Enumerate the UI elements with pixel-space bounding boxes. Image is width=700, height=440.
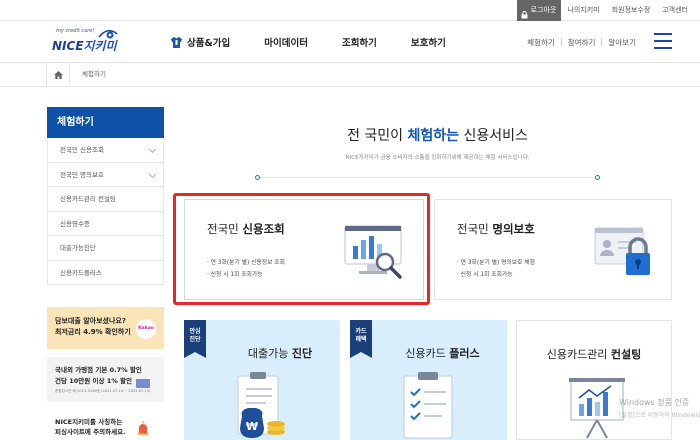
windows-activation-subtext: [설정]으로 이동하여 Windows를 — [619, 412, 700, 419]
header-util-links: 체험하기 참여하기 알아보기 — [521, 21, 642, 63]
title-emphasis: 체험하는 — [407, 128, 460, 144]
credit-card-plus-card[interactable]: 카드 혜택 신용카드 플러스 — [350, 320, 507, 440]
divider-line — [258, 177, 597, 178]
card-title: 신용카드관리 컨설팅 — [517, 346, 671, 362]
util-participate[interactable]: 참여하기 — [562, 37, 602, 48]
title-suffix: 신용서비스 — [459, 128, 528, 144]
card-title-prefix: 신용카드 — [405, 347, 450, 360]
gnb-products-join[interactable]: 상품&가입 — [170, 35, 230, 49]
card-title-prefix: 전국민 — [457, 222, 493, 236]
gnb-protection[interactable]: 보호하기 — [411, 35, 446, 49]
breadcrumb: 체험하기 — [0, 63, 700, 87]
left-nav-item-label: 전국민 명의보호 — [60, 170, 104, 179]
lock-icon — [521, 7, 528, 18]
page-description: NICE지키미가 금융 소비자의 소통을 강화하기위해 제공하는 체험 서비스입… — [345, 155, 530, 161]
card-bullet: · 신청 시 1회 조회가능 — [457, 272, 513, 278]
divider-dot-right — [595, 175, 600, 180]
card-tag-line: 진단 — [189, 336, 201, 343]
card-bullets: · 연 3회(분기 별) 명의보호 체험 · 신청 시 1회 조회가능 — [457, 257, 535, 281]
chevron-down-icon — [148, 145, 157, 154]
title-prefix: 전 국민이 — [347, 128, 408, 144]
logo-brand: NICE — [52, 39, 84, 53]
card-title: 전국민 명의보호 — [457, 221, 535, 237]
card-discount-banner[interactable]: 국내외 가맹점 기본 0.7% 할인 건당 10만원 이상 1% 할인 준법감시… — [47, 357, 164, 402]
page-title: 전 국민이 체험하는 신용서비스 — [185, 125, 690, 145]
customer-center-link[interactable]: 고객센터 — [656, 0, 694, 21]
card-bullet: · 연 3회(분기 별) 명의보호 체험 — [457, 260, 535, 266]
credit-card-icon — [136, 379, 150, 388]
id-card-padlock-icon — [593, 224, 657, 284]
clipboard-checklist-icon — [398, 372, 462, 440]
left-nav: 체험하기 전국민 신용조회 전국민 명의보호 신용카드관리 컨설팅 신용영수증 … — [47, 107, 164, 285]
nice-jikimi-logo[interactable]: my credit care! NICE지키미 — [48, 28, 118, 56]
left-nav-item-credit-receipt[interactable]: 신용영수증 — [47, 211, 164, 236]
mortgage-loan-banner[interactable]: 담보대출 알아보셨나요? 최저금리 4.9% 확인하기 Kakao — [47, 307, 164, 349]
card-title: 대출가능 진단 — [202, 345, 358, 361]
card-title-prefix: 신용카드관리 — [546, 348, 611, 361]
left-nav-item-card-plus[interactable]: 신용카드플러스 — [47, 260, 164, 285]
util-learn[interactable]: 알아보기 — [602, 37, 642, 48]
logout-button[interactable]: 로그아웃 — [516, 0, 562, 21]
edit-member-info-link[interactable]: 회원정보수정 — [606, 0, 657, 21]
global-nav: 상품&가입 마이데이터 조회하기 보호하기 — [170, 21, 480, 63]
left-nav-item-card-consulting[interactable]: 신용카드관리 컨설팅 — [47, 187, 164, 212]
hamburger-menu-icon[interactable] — [654, 33, 672, 49]
presentation-board-icon — [565, 376, 629, 440]
left-nav-item-label: 전국민 신용조회 — [60, 146, 104, 154]
shirt-icon — [170, 36, 183, 49]
clipboard-money-bag-icon: ₩ — [228, 372, 298, 440]
left-nav-item-identity-protection[interactable]: 전국민 명의보호 — [47, 162, 164, 187]
card-title-prefix: 대출가능 — [247, 347, 292, 360]
logo-tagline: my credit care! — [56, 28, 95, 34]
banner-fineprint: 준법감시인 제 2021-0126호 (2021.07.14 ~ 2022.07… — [55, 389, 151, 393]
decorative-divider — [255, 175, 600, 181]
phishing-warning-banner[interactable]: NICE지키미를 사칭하는 피싱사이트에 주의하세요. — [47, 410, 164, 440]
util-experience[interactable]: 체험하기 — [521, 37, 561, 48]
gnb-inquiry[interactable]: 조회하기 — [342, 35, 377, 49]
card-tag-line: 혜택 — [355, 336, 367, 343]
left-nav-item-loan-diagnosis[interactable]: 대출가능진단 — [47, 236, 164, 261]
identity-protection-card[interactable]: 전국민 명의보호 · 연 3회(분기 별) 명의보호 체험 · 신청 시 1회 … — [434, 199, 672, 300]
partner-logo: Kakao — [136, 319, 156, 339]
card-title: 신용카드 플러스 — [364, 345, 521, 361]
my-jikimi-link[interactable]: 나의지키미 — [561, 0, 605, 21]
card-title-emphasis: 컨설팅 — [610, 348, 642, 361]
card-title-emphasis: 플러스 — [449, 347, 480, 360]
breadcrumb-current: 체험하기 — [82, 70, 106, 78]
home-icon[interactable] — [46, 63, 70, 86]
banner-line1: 국내외 가맹점 기본 0.7% 할인 — [55, 366, 142, 374]
gnb-mydata[interactable]: 마이데이터 — [264, 35, 308, 49]
warning-siren-icon — [136, 420, 150, 435]
main-header: my credit care! NICE지키미 상품&가입 마이데이터 조회하기… — [0, 21, 700, 63]
divider-dot-left — [255, 175, 260, 180]
windows-activation-watermark: Windows 정품 인증 — [619, 398, 690, 407]
highlight-rectangle — [173, 193, 430, 305]
left-nav-item-credit-inquiry[interactable]: 전국민 신용조회 — [47, 138, 164, 163]
card-tag-line: 안심 — [189, 328, 201, 335]
chevron-down-icon — [148, 170, 157, 178]
top-links: 로그아웃 나의지키미 회원정보수정 고객센터 — [516, 0, 694, 21]
card-title-emphasis: 진단 — [291, 347, 313, 360]
card-management-consulting-card[interactable]: 신용카드관리 컨설팅 — [516, 320, 672, 440]
left-nav-title: 체험하기 — [47, 107, 164, 138]
logout-label: 로그아웃 — [530, 6, 557, 14]
gnb-label: 상품&가입 — [187, 38, 231, 49]
card-tag-line: 카드 — [355, 328, 367, 335]
loan-diagnosis-card[interactable]: 안심 진단 대출가능 진단 ₩ — [184, 320, 340, 440]
logo-eye-icon — [97, 27, 119, 41]
svg-text:₩: ₩ — [246, 420, 258, 433]
card-title-emphasis: 명의보호 — [492, 222, 535, 236]
top-utility-bar: 로그아웃 나의지키미 회원정보수정 고객센터 — [0, 0, 700, 21]
